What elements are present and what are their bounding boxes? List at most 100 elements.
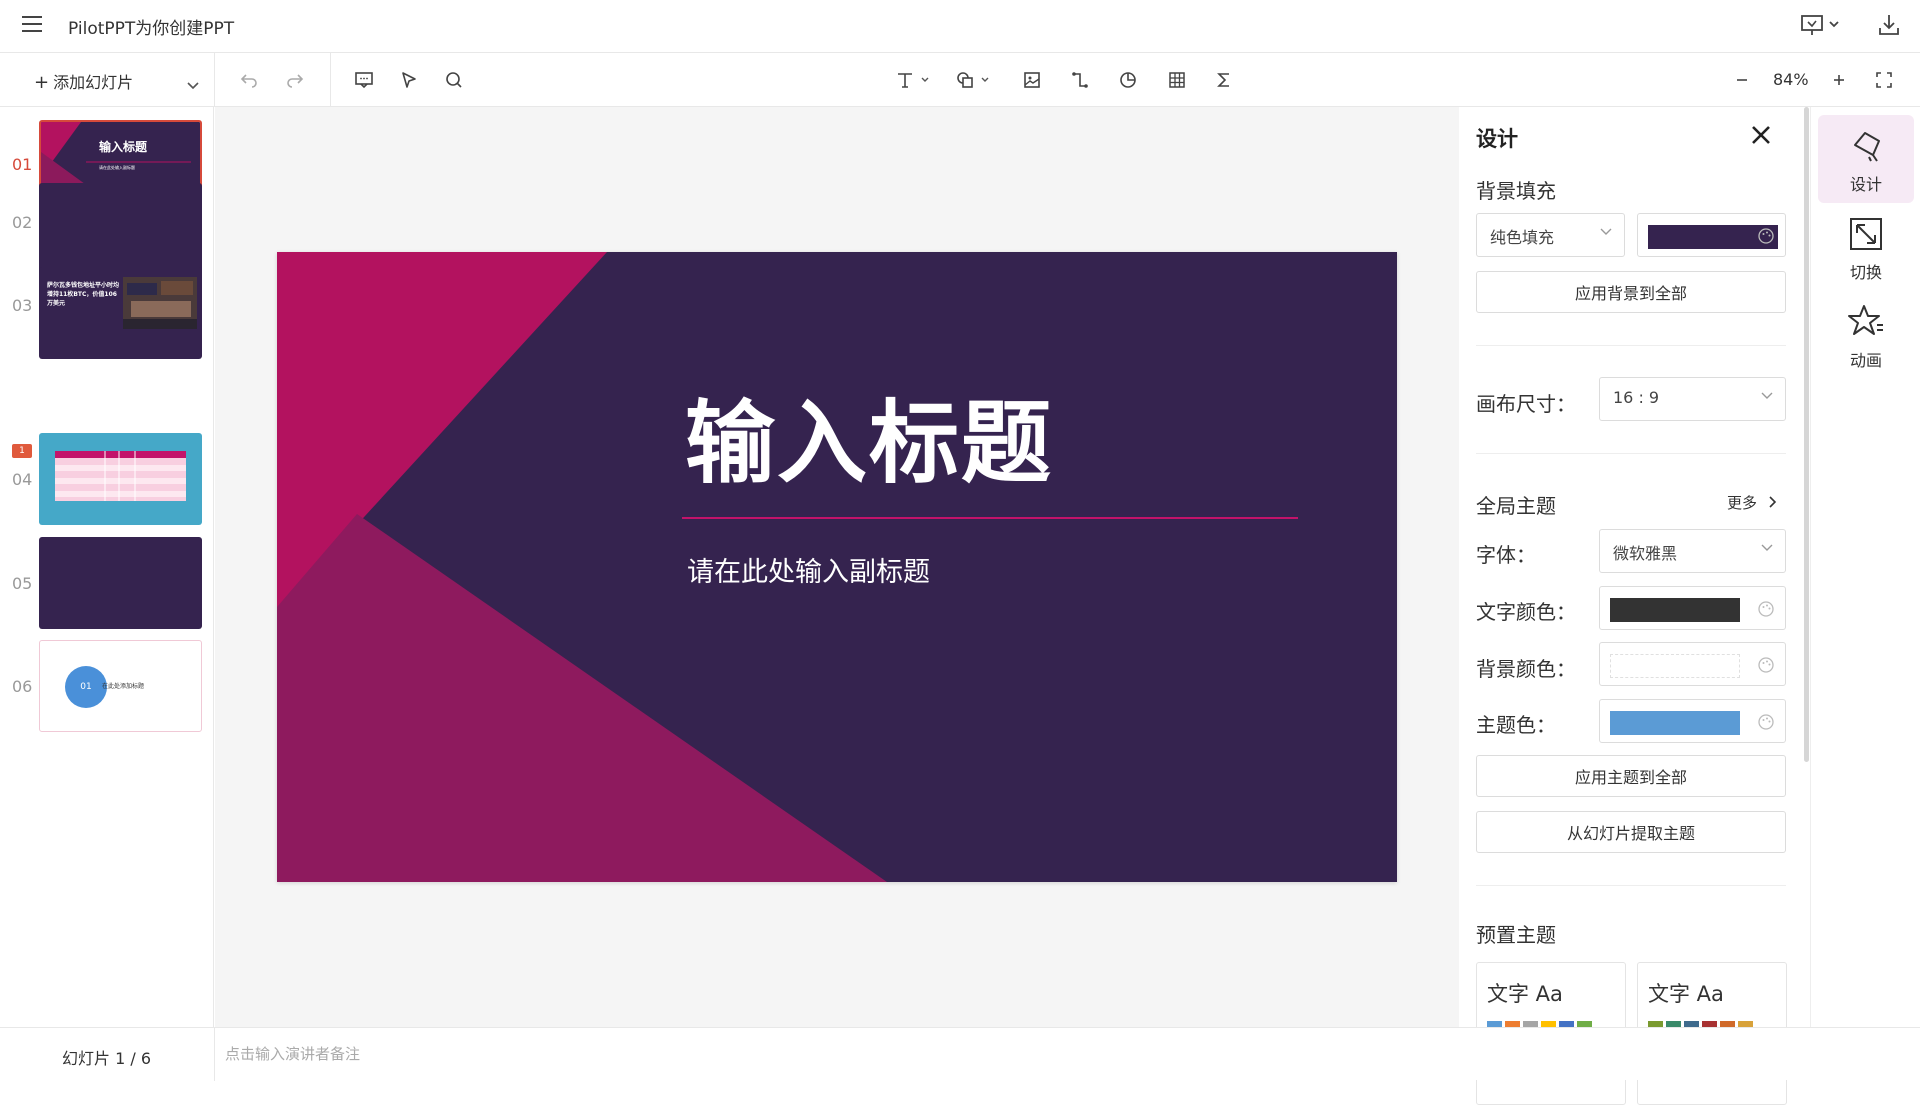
palette-icon — [1758, 714, 1774, 730]
right-tab-bar: 设计 切换 动画 — [1810, 107, 1920, 1027]
close-icon — [1752, 126, 1770, 144]
chart-tool-button[interactable] — [1117, 69, 1139, 91]
add-slide-button[interactable]: + 添加幻灯片 — [34, 69, 133, 93]
add-slide-label: 添加幻灯片 — [53, 73, 134, 92]
bg-fill-label: 背景填充 — [1476, 179, 1556, 203]
more-themes-link[interactable]: 更多 — [1727, 492, 1778, 513]
thumbnail-badge: 1 — [12, 444, 32, 458]
close-design-panel-button[interactable] — [1747, 121, 1775, 149]
font-select[interactable]: 微软雅黑 — [1599, 529, 1786, 573]
table-tool-button[interactable] — [1166, 69, 1188, 91]
tab-animation[interactable]: 动画 — [1818, 291, 1914, 379]
font-label: 字体： — [1476, 543, 1536, 567]
thumbnail-table — [55, 451, 186, 501]
fill-type-select[interactable]: 纯色填充 — [1476, 213, 1625, 257]
thumbnail-slide-3[interactable]: 萨尔瓦多钱包地址平小时均增持11枚BTC，价值106万美元 — [39, 267, 202, 359]
redo-button[interactable] — [284, 69, 306, 91]
design-panel: 设计 背景填充 纯色填充 应用背景到全部 画布尺寸： 16 : 9 全局主题 更… — [1459, 107, 1804, 1105]
slide-count: 幻灯片 1 / 6 — [62, 1049, 152, 1068]
thumbnail-number: 05 — [12, 574, 33, 593]
comment-button[interactable] — [353, 69, 375, 91]
thumbnail-slide-5[interactable] — [39, 537, 202, 629]
formula-tool-button[interactable] — [1213, 69, 1235, 91]
thumbnail-circle: 01 — [65, 666, 107, 708]
tab-design[interactable]: 设计 — [1818, 115, 1914, 203]
apply-theme-all-button[interactable]: 应用主题到全部 — [1476, 755, 1786, 797]
thumbnail-slide-6[interactable]: 01 在此处添加标题 — [39, 640, 202, 732]
text-icon — [898, 73, 929, 88]
font-value: 微软雅黑 — [1613, 544, 1678, 563]
thumbnail-photo — [123, 277, 197, 329]
cursor-icon — [402, 72, 416, 88]
select-button[interactable] — [398, 69, 420, 91]
text-tool-button[interactable] — [895, 69, 935, 91]
text-color-swatch — [1610, 598, 1740, 622]
apply-bg-all-button[interactable]: 应用背景到全部 — [1476, 271, 1786, 313]
slide-canvas: 输入标题 请在此处输入副标题 — [215, 107, 1459, 1027]
canvas-size-select[interactable]: 16 : 9 — [1599, 377, 1786, 421]
pie-chart-icon — [1120, 72, 1136, 88]
chevron-right-icon — [1769, 496, 1776, 508]
tab-label: 设计 — [1849, 175, 1882, 194]
minus-icon — [1737, 79, 1747, 81]
thumbnail-slide-4[interactable] — [39, 433, 202, 525]
text-color-picker[interactable] — [1599, 586, 1786, 630]
preset-themes-label: 预置主题 — [1476, 923, 1556, 947]
search-button[interactable] — [443, 69, 465, 91]
plus-icon — [1834, 75, 1844, 85]
slide-subtitle[interactable]: 请在此处输入副标题 — [687, 550, 930, 589]
fill-type-value: 纯色填充 — [1490, 228, 1555, 247]
canvas-size-value: 16 : 9 — [1613, 388, 1660, 407]
slide-thumbnails-panel: 01 输入标题 请在此处输入副标题 02 03 萨尔瓦多钱包地址平小时均增持11… — [0, 107, 214, 1027]
connector-tool-button[interactable] — [1069, 69, 1091, 91]
palette-icon — [1758, 657, 1774, 673]
status-bar: 幻灯片 1 / 6 点击输入演讲者备注 — [0, 1027, 1920, 1081]
fill-color-picker[interactable] — [1637, 213, 1786, 257]
plus-icon: + — [34, 72, 50, 93]
tab-transition[interactable]: 切换 — [1818, 203, 1914, 291]
undo-icon — [240, 74, 257, 88]
more-label: 更多 — [1727, 494, 1758, 512]
thumbnail-title: 输入标题 — [99, 140, 148, 154]
shape-tool-button[interactable] — [955, 69, 995, 91]
slide-title[interactable]: 输入标题 — [685, 370, 1053, 500]
animation-icon — [1848, 305, 1883, 335]
fullscreen-button[interactable] — [1873, 69, 1895, 91]
chevron-down-icon — [1600, 228, 1612, 235]
title-divider — [682, 517, 1298, 519]
menu-icon[interactable] — [22, 16, 42, 36]
design-icon — [1854, 132, 1880, 162]
bg-color-label: 背景颜色： — [1476, 657, 1576, 681]
thumbnail-text: 在此处添加标题 — [102, 683, 145, 690]
connector-icon — [1072, 72, 1088, 88]
present-button[interactable] — [1800, 12, 1844, 42]
thumbnail-number: 03 — [12, 296, 33, 315]
speaker-notes-input[interactable]: 点击输入演讲者备注 — [225, 1043, 360, 1064]
fullscreen-icon — [1876, 72, 1892, 88]
download-icon — [1879, 15, 1899, 35]
thumbnail-number: 04 — [12, 470, 33, 489]
thumbnail-number: 02 — [12, 213, 33, 232]
chevron-down-icon — [1761, 392, 1773, 399]
thumbnail-text: 萨尔瓦多钱包地址平小时均增持11枚BTC，价值106万美元 — [47, 282, 120, 307]
download-button[interactable] — [1876, 12, 1902, 42]
toolbar: + 添加幻灯片 84% — [0, 53, 1920, 107]
sigma-icon — [1217, 73, 1229, 87]
palette-icon — [1758, 228, 1774, 244]
table-icon — [1169, 72, 1185, 88]
zoom-level: 84% — [1773, 70, 1809, 89]
zoom-in-button[interactable] — [1828, 69, 1850, 91]
thumbnail-slide-2[interactable] — [39, 183, 202, 275]
current-slide[interactable]: 输入标题 请在此处输入副标题 — [277, 252, 1397, 882]
text-color-label: 文字颜色： — [1476, 600, 1576, 624]
theme-color-label: 主题色： — [1476, 713, 1556, 737]
bg-color-picker[interactable] — [1599, 642, 1786, 686]
design-panel-title: 设计 — [1476, 127, 1518, 151]
global-theme-label: 全局主题 — [1476, 494, 1556, 518]
image-tool-button[interactable] — [1021, 69, 1043, 91]
zoom-out-button[interactable] — [1731, 69, 1753, 91]
undo-button[interactable] — [238, 69, 260, 91]
extract-theme-button[interactable]: 从幻灯片提取主题 — [1476, 811, 1786, 853]
add-slide-dropdown[interactable] — [187, 75, 199, 94]
theme-color-picker[interactable] — [1599, 699, 1786, 743]
